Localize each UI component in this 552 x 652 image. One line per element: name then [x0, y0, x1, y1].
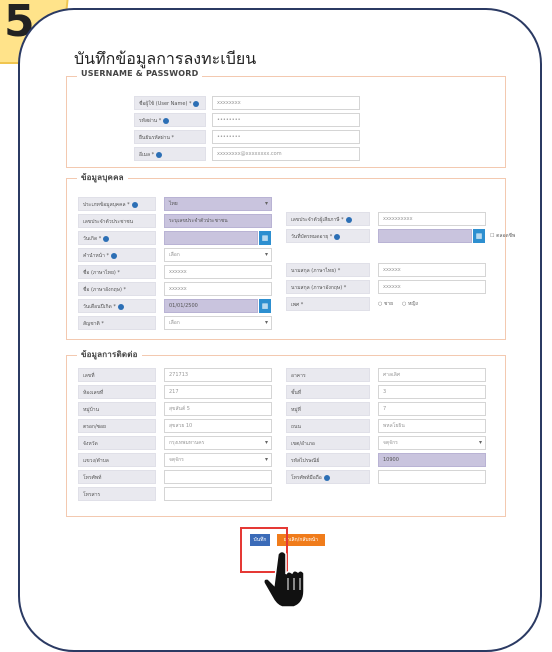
personal-right-input-1[interactable] [378, 229, 472, 243]
contact-left-input-7[interactable] [164, 487, 272, 501]
personal-left-label-2: วันเกิด * [78, 231, 156, 245]
credential-input-2[interactable]: •••••••• [212, 130, 360, 144]
personal-left-input-5[interactable]: xxxxxx [164, 282, 272, 296]
credential-input-1[interactable]: •••••••• [212, 113, 360, 127]
contact-left-label-4: จังหวัด [78, 436, 156, 450]
personal-left-label-3: คำนำหน้า * [78, 248, 156, 262]
personal-left-input-7[interactable]: เลือก [164, 316, 272, 330]
info-icon[interactable] [163, 117, 170, 124]
credential-input-3[interactable]: xxxxxxxx@xxxxxxxx.com [212, 147, 360, 161]
personal-left-input-6[interactable]: 01/01/2500 [164, 299, 258, 313]
pointer-hand-icon [263, 550, 305, 608]
contact-right-input-5[interactable]: 10900 [378, 453, 486, 467]
personal-left-input-4[interactable]: xxxxxx [164, 265, 272, 279]
contact-right-label-4: เขต/อำเภอ [286, 436, 370, 450]
info-icon[interactable] [193, 100, 200, 107]
credential-label-3: อีเมล * [134, 147, 206, 161]
contact-right-input-3[interactable]: พหลโยธิน [378, 419, 486, 433]
personal-legend: ข้อมูลบุคคล [77, 171, 128, 184]
info-icon[interactable] [131, 201, 138, 208]
personal-left-label-4: ชื่อ (ภาษาไทย) * [78, 265, 156, 279]
contact-left-label-5: แขวง/ตำบล [78, 453, 156, 467]
personal-left-label-6: วันเดือนปีเกิด * [78, 299, 156, 313]
personal-left-label-0: ประเภทข้อมูลบุคคล * [78, 197, 156, 211]
contact-right-label-5: รหัสไปรษณีย์ [286, 453, 370, 467]
contact-right-input-1[interactable]: 3 [378, 385, 486, 399]
contact-left-label-3: ตรอก/ซอย [78, 419, 156, 433]
personal-left-label-5: ชื่อ (ภาษาอังกฤษ) * [78, 282, 156, 296]
personal-right-calendar-button-1[interactable]: ▦ [473, 229, 485, 243]
personal-right-label-4: เพศ * [286, 297, 370, 311]
personal-right-radio-2[interactable]: ○ หญิง [402, 297, 432, 311]
contact-right-input-0[interactable]: ศาลเลิศ [378, 368, 486, 382]
personal-left-calendar-button-6[interactable]: ▦ [259, 299, 271, 313]
personal-left-label-7: สัญชาติ * [78, 316, 156, 330]
contact-left-label-2: หมู่บ้าน [78, 402, 156, 416]
contact-right-input-6[interactable] [378, 470, 486, 484]
contact-left-input-3[interactable]: สุขสวย 10 [164, 419, 272, 433]
contact-left-input-2[interactable]: สุขสันต์ 5 [164, 402, 272, 416]
contact-left-input-1[interactable]: 217 [164, 385, 272, 399]
credential-input-0[interactable]: xxxxxxxx [212, 96, 360, 110]
contact-left-input-5[interactable]: จตุจักร [164, 453, 272, 467]
contact-right-label-2: หมู่ที่ [286, 402, 370, 416]
contact-right-label-6: โทรศัพท์มือถือ [286, 470, 370, 484]
contact-right-input-2[interactable]: 7 [378, 402, 486, 416]
info-icon[interactable] [345, 216, 352, 223]
contact-right-label-1: ชั้นที่ [286, 385, 370, 399]
personal-left-input-1[interactable]: ระบุเลขประจำตัวประชาชน [164, 214, 272, 228]
credential-label-2: ยืนยันรหัสผ่าน * [134, 130, 206, 144]
contact-left-label-1: ห้องเลขที่ [78, 385, 156, 399]
contact-left-input-6[interactable] [164, 470, 272, 484]
info-icon[interactable] [334, 233, 341, 240]
personal-right-label-3: นามสกุล (ภาษาอังกฤษ) * [286, 280, 370, 294]
personal-right-input-2[interactable]: xxxxxx [378, 263, 486, 277]
personal-left-input-0[interactable]: ไทย [164, 197, 272, 211]
personal-left-input-3[interactable]: เลือก [164, 248, 272, 262]
personal-right-label-1: วันที่บัตรหมดอายุ * [286, 229, 370, 243]
contact-left-label-0: เลขที่ [78, 368, 156, 382]
contact-right-label-3: ถนน [286, 419, 370, 433]
contact-left-input-0[interactable]: 271713 [164, 368, 272, 382]
contact-legend: ข้อมูลการติดต่อ [77, 348, 142, 361]
credential-label-0: ชื่อผู้ใช้ (User Name) * [134, 96, 206, 110]
personal-left-calendar-button-2[interactable]: ▦ [259, 231, 271, 245]
info-icon[interactable] [111, 252, 117, 259]
contact-right-label-0: อาคาร [286, 368, 370, 382]
personal-right-input-0[interactable]: xxxxxxxxxx [378, 212, 486, 226]
personal-right-input-3[interactable]: xxxxxx [378, 280, 486, 294]
info-icon[interactable] [103, 235, 110, 242]
info-icon[interactable] [323, 474, 330, 481]
personal-right-label-2: นามสกุล (ภาษาไทย) * [286, 263, 370, 277]
contact-left-label-6: โทรศัพท์ [78, 470, 156, 484]
contact-left-label-7: โทรสาร [78, 487, 156, 501]
personal-right-label-0: เลขประจำตัวผู้เสียภาษี * [286, 212, 370, 226]
credential-label-1: รหัสผ่าน * [134, 113, 206, 127]
personal-left-input-2[interactable] [164, 231, 258, 245]
personal-left-label-1: เลขประจำตัวประชาชน [78, 214, 156, 228]
credentials-legend: USERNAME & PASSWORD [77, 69, 203, 78]
info-icon[interactable] [117, 303, 124, 310]
contact-right-input-4[interactable]: จตุจักร [378, 436, 486, 450]
info-icon[interactable] [156, 151, 163, 158]
contact-left-input-4[interactable]: กรุงเทพมหานคร [164, 436, 272, 450]
personal-right-lifetime-checkbox[interactable]: ☐ ตลอดชีพ [490, 229, 530, 243]
